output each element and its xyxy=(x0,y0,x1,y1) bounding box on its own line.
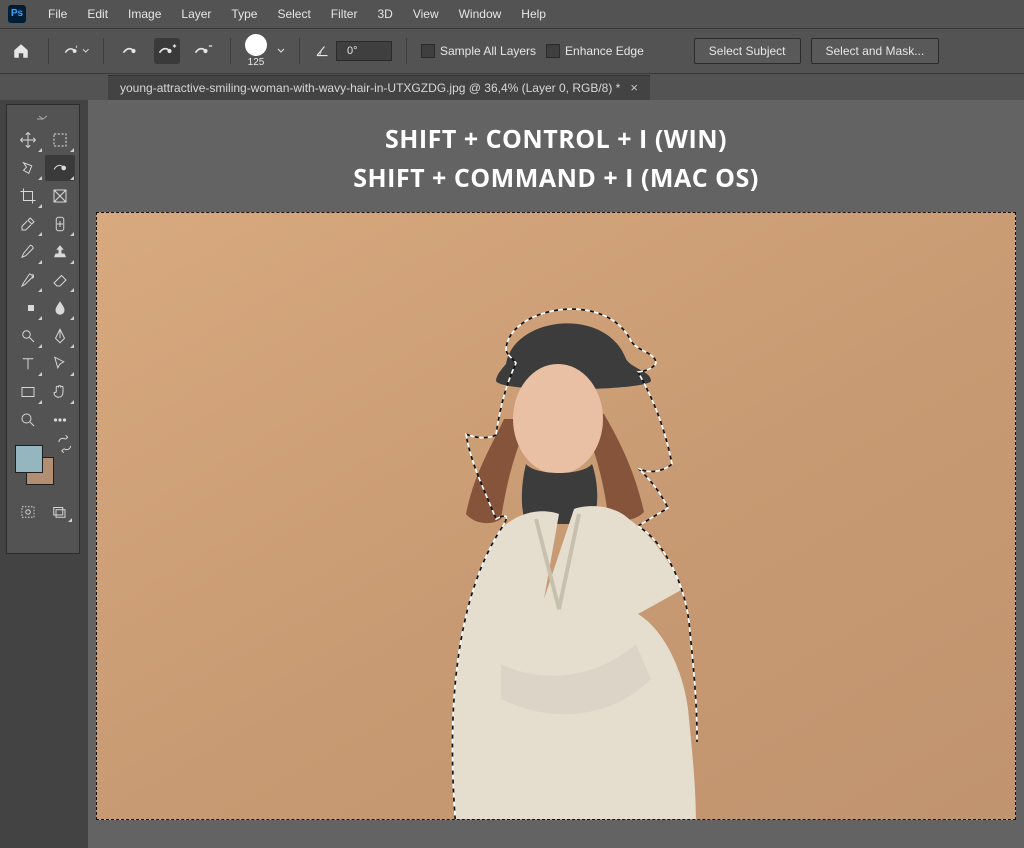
crop-tool[interactable] xyxy=(13,183,43,209)
divider xyxy=(103,38,104,64)
move-tool[interactable] xyxy=(13,127,43,153)
overlay-line-1: SHIFT + CONTROL + I (WIN) xyxy=(88,120,1024,159)
document-canvas[interactable] xyxy=(96,212,1016,820)
shortcut-overlay: SHIFT + CONTROL + I (WIN) SHIFT + COMMAN… xyxy=(88,120,1024,198)
edit-toolbar-button[interactable] xyxy=(45,407,75,433)
home-button[interactable] xyxy=(8,38,34,64)
gradient-tool[interactable] xyxy=(13,295,43,321)
frame-tool[interactable] xyxy=(45,183,75,209)
document-tab-title: young-attractive-smiling-woman-with-wavy… xyxy=(120,81,620,95)
pen-tool[interactable] xyxy=(45,323,75,349)
menu-layer[interactable]: Layer xyxy=(173,3,219,25)
sample-all-layers-label: Sample All Layers xyxy=(440,44,536,58)
color-swatches[interactable] xyxy=(13,443,56,487)
app-logo: Ps xyxy=(8,5,26,23)
divider xyxy=(230,38,231,64)
divider xyxy=(406,38,407,64)
chevron-down-icon[interactable] xyxy=(277,47,285,55)
menu-3d[interactable]: 3D xyxy=(369,3,400,25)
eyedropper-tool[interactable] xyxy=(13,211,43,237)
select-and-mask-button[interactable]: Select and Mask... xyxy=(811,38,940,64)
clone-stamp-tool[interactable] xyxy=(45,239,75,265)
brush-angle-control[interactable]: 0° xyxy=(314,41,392,61)
type-tool[interactable] xyxy=(13,351,43,377)
document-tab[interactable]: young-attractive-smiling-woman-with-wavy… xyxy=(108,75,650,100)
zoom-tool[interactable] xyxy=(13,407,43,433)
overlay-line-2: SHIFT + COMMAND + I (MAC OS) xyxy=(88,159,1024,198)
tool-panel xyxy=(6,104,80,554)
subtract-from-selection-button[interactable] xyxy=(190,38,216,64)
path-selection-tool[interactable] xyxy=(45,351,75,377)
menu-edit[interactable]: Edit xyxy=(79,3,116,25)
dodge-tool[interactable] xyxy=(13,323,43,349)
brush-angle-value[interactable]: 0° xyxy=(336,41,392,61)
rectangle-tool[interactable] xyxy=(13,379,43,405)
select-subject-button[interactable]: Select Subject xyxy=(694,38,801,64)
checkbox-icon xyxy=(546,44,560,58)
sample-all-layers-checkbox[interactable]: Sample All Layers xyxy=(421,44,536,58)
main-area: SHIFT + CONTROL + I (WIN) SHIFT + COMMAN… xyxy=(0,100,1024,848)
canvas-image xyxy=(386,269,726,820)
brush-preset-picker[interactable]: 125 xyxy=(245,34,267,68)
canvas-workspace: SHIFT + CONTROL + I (WIN) SHIFT + COMMAN… xyxy=(88,100,1024,848)
history-brush-tool[interactable] xyxy=(13,267,43,293)
screen-mode-button[interactable] xyxy=(44,501,73,523)
add-to-selection-button[interactable] xyxy=(154,38,180,64)
new-selection-button[interactable] xyxy=(118,38,144,64)
brush-preview-icon xyxy=(245,34,267,56)
menu-bar: Ps File Edit Image Layer Type Select Fil… xyxy=(0,0,1024,28)
checkbox-icon xyxy=(421,44,435,58)
menu-type[interactable]: Type xyxy=(223,3,265,25)
foreground-color-swatch[interactable] xyxy=(15,445,43,473)
panel-expand-handle[interactable] xyxy=(13,111,73,123)
divider xyxy=(299,38,300,64)
brush-size-value: 125 xyxy=(248,57,265,68)
options-bar: 125 0° Sample All Layers Enhance Edge Se… xyxy=(0,28,1024,74)
document-tab-row: young-attractive-smiling-woman-with-wavy… xyxy=(0,74,1024,100)
enhance-edge-label: Enhance Edge xyxy=(565,44,644,58)
quick-select-tool-indicator[interactable] xyxy=(63,38,89,64)
healing-brush-tool[interactable] xyxy=(45,211,75,237)
brush-tool[interactable] xyxy=(13,239,43,265)
marquee-tool[interactable] xyxy=(45,127,75,153)
enhance-edge-checkbox[interactable]: Enhance Edge xyxy=(546,44,644,58)
close-tab-icon[interactable]: × xyxy=(630,81,638,94)
menu-view[interactable]: View xyxy=(405,3,447,25)
menu-select[interactable]: Select xyxy=(269,3,318,25)
blur-tool[interactable] xyxy=(45,295,75,321)
hand-tool[interactable] xyxy=(45,379,75,405)
lasso-tool[interactable] xyxy=(13,155,43,181)
eraser-tool[interactable] xyxy=(45,267,75,293)
quick-selection-tool[interactable] xyxy=(45,155,75,181)
menu-file[interactable]: File xyxy=(40,3,75,25)
menu-image[interactable]: Image xyxy=(120,3,169,25)
swap-colors-icon[interactable] xyxy=(56,435,73,453)
menu-window[interactable]: Window xyxy=(451,3,510,25)
menu-help[interactable]: Help xyxy=(513,3,554,25)
menu-filter[interactable]: Filter xyxy=(323,3,366,25)
angle-icon xyxy=(314,42,332,60)
divider xyxy=(48,38,49,64)
quick-mask-mode-button[interactable] xyxy=(13,501,42,523)
